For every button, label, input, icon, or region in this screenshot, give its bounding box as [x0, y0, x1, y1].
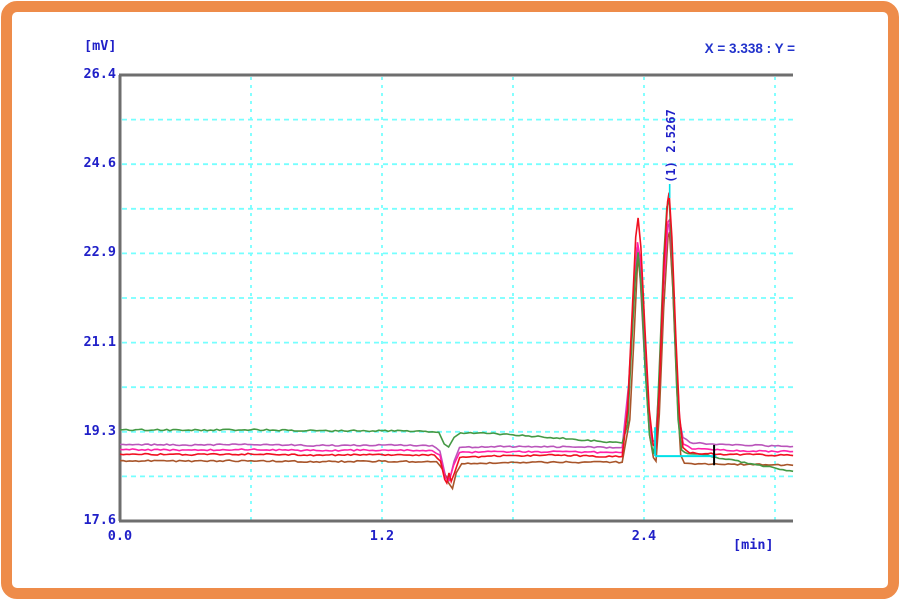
y-tick-22.9: 22.9	[66, 245, 116, 259]
x-tick-0.0: 0.0	[95, 529, 145, 543]
trace-green	[120, 199, 793, 471]
y-tick-19.3: 19.3	[66, 424, 116, 438]
plot-canvas[interactable]	[0, 0, 900, 600]
chromatogram-window: X = 3.338 : Y = [mV] 26.4 24.6 22.9 21.1…	[0, 0, 900, 600]
cursor-coordinate-readout: X = 3.338 : Y =	[705, 41, 795, 56]
trace-magenta	[120, 219, 793, 480]
x-tick-1.2: 1.2	[357, 529, 407, 543]
trace-purple	[120, 225, 793, 480]
trace-red	[120, 193, 793, 483]
peak-number-label: (1)	[664, 161, 678, 183]
y-axis-unit-label: [mV]	[84, 39, 117, 53]
y-tick-17.6: 17.6	[66, 513, 116, 527]
y-tick-21.1: 21.1	[66, 335, 116, 349]
y-tick-24.6: 24.6	[66, 156, 116, 170]
peak-retention-time-label: 2.5267	[664, 109, 678, 152]
x-tick-2.4: 2.4	[619, 529, 669, 543]
y-tick-26.4: 26.4	[66, 67, 116, 81]
x-axis-unit-label: [min]	[733, 538, 774, 552]
